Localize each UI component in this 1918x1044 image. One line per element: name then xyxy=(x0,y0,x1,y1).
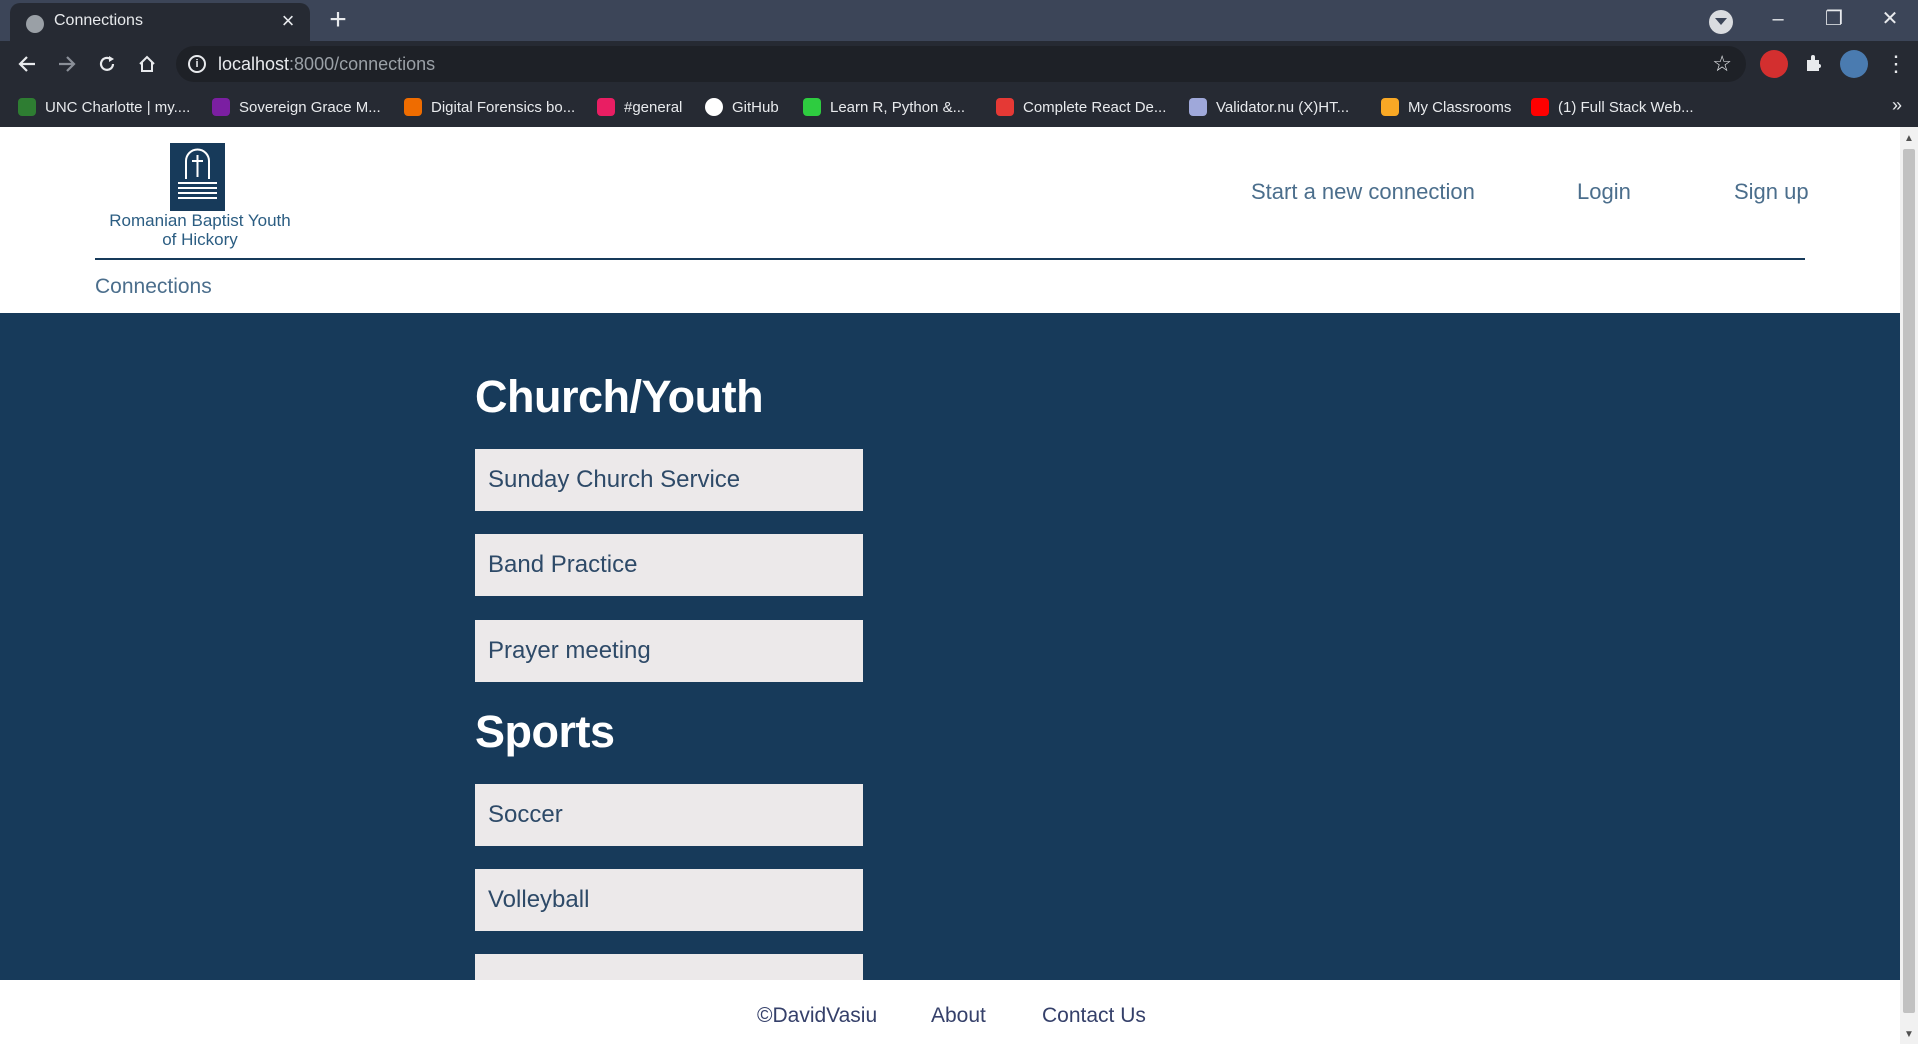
new-tab-button[interactable]: + xyxy=(324,5,352,35)
browser-toolbar: i localhost:8000/connections ☆ ⋮ xyxy=(0,41,1918,87)
home-icon[interactable] xyxy=(132,49,162,79)
bookmark-favicon xyxy=(212,98,230,116)
bookmark-favicon xyxy=(1189,98,1207,116)
minimize-icon[interactable]: – xyxy=(1758,4,1798,34)
connection-item-partial[interactable] xyxy=(475,954,863,980)
bookmark-item[interactable]: UNC Charlotte | my.... xyxy=(18,96,190,118)
bookmark-item[interactable]: Validator.nu (X)HT... xyxy=(1189,96,1349,118)
menu-kebab-icon[interactable]: ⋮ xyxy=(1882,50,1910,78)
restore-icon[interactable]: ❐ xyxy=(1814,4,1854,34)
page-scrollbar[interactable]: ▲ ▼ xyxy=(1900,127,1918,1044)
close-tab-icon[interactable]: × xyxy=(276,9,300,33)
header-divider xyxy=(95,258,1805,260)
breadcrumb[interactable]: Connections xyxy=(95,275,212,299)
bookmark-favicon xyxy=(1381,98,1399,116)
category-heading: Sports xyxy=(475,706,615,757)
tab-title: Connections xyxy=(54,12,143,29)
tab-search-icon[interactable] xyxy=(1709,10,1733,34)
browser-tab-strip: Connections × + – ❐ ✕ xyxy=(0,0,1918,41)
back-arrow-icon[interactable] xyxy=(12,49,42,79)
connection-item[interactable]: Prayer meeting xyxy=(475,620,863,682)
url-text[interactable]: localhost:8000/connections xyxy=(218,54,435,75)
footer-contact-link[interactable]: Contact Us xyxy=(1042,1004,1146,1028)
connections-list: Church/Youth Sunday Church Service Band … xyxy=(0,313,1900,980)
bookmark-item[interactable]: Digital Forensics bo... xyxy=(404,96,575,118)
category-heading: Church/Youth xyxy=(475,371,764,422)
bookmark-favicon xyxy=(996,98,1014,116)
nav-sign-up[interactable]: Sign up xyxy=(1734,179,1809,205)
adblock-icon[interactable] xyxy=(1760,50,1788,78)
bookmark-item[interactable]: Learn R, Python &... xyxy=(803,96,965,118)
bookmark-favicon xyxy=(18,98,36,116)
nav-start-new-connection[interactable]: Start a new connection xyxy=(1251,179,1475,205)
footer-about-link[interactable]: About xyxy=(931,1004,986,1028)
connection-item[interactable]: Sunday Church Service xyxy=(475,449,863,511)
scrollbar-thumb[interactable] xyxy=(1903,149,1915,1013)
youtube-icon xyxy=(1531,98,1549,116)
connection-item[interactable]: Band Practice xyxy=(475,534,863,596)
browser-tab[interactable]: Connections × xyxy=(10,3,310,41)
bookmark-item[interactable]: Sovereign Grace M... xyxy=(212,96,381,118)
logo-text: Romanian Baptist Youth of Hickory xyxy=(109,211,291,249)
connection-item[interactable]: Soccer xyxy=(475,784,863,846)
forward-arrow-icon[interactable] xyxy=(52,49,82,79)
reload-icon[interactable] xyxy=(92,49,122,79)
site-header: Romanian Baptist Youth of Hickory Start … xyxy=(0,127,1900,313)
close-window-icon[interactable]: ✕ xyxy=(1870,4,1910,34)
bookmark-favicon xyxy=(597,98,615,116)
bookmark-favicon xyxy=(803,98,821,116)
scroll-up-icon[interactable]: ▲ xyxy=(1904,133,1914,144)
site-logo[interactable]: Romanian Baptist Youth of Hickory xyxy=(95,143,305,253)
bookmark-item[interactable]: (1) Full Stack Web... xyxy=(1531,96,1694,118)
bookmarks-overflow-icon[interactable]: » xyxy=(1892,95,1902,116)
profile-avatar[interactable] xyxy=(1840,50,1868,78)
church-logo-icon xyxy=(170,143,225,211)
bookmark-star-icon[interactable]: ☆ xyxy=(1712,51,1732,77)
bookmark-item[interactable]: My Classrooms xyxy=(1381,96,1511,118)
bookmark-item[interactable]: Complete React De... xyxy=(996,96,1166,118)
scroll-down-icon[interactable]: ▼ xyxy=(1904,1029,1914,1040)
globe-icon xyxy=(26,15,44,33)
extensions-puzzle-icon[interactable] xyxy=(1800,50,1828,78)
bookmarks-bar: UNC Charlotte | my.... Sovereign Grace M… xyxy=(0,87,1918,127)
bookmark-item[interactable]: GitHub xyxy=(705,96,779,118)
connection-item[interactable]: Volleyball xyxy=(475,869,863,931)
github-icon xyxy=(705,98,723,116)
page-viewport: Romanian Baptist Youth of Hickory Start … xyxy=(0,127,1900,1044)
site-info-icon[interactable]: i xyxy=(188,55,206,73)
footer-copyright: ©DavidVasiu xyxy=(757,1004,878,1027)
site-footer: ©DavidVasiu About Contact Us xyxy=(0,980,1900,1044)
bookmark-favicon xyxy=(404,98,422,116)
address-bar[interactable]: i localhost:8000/connections ☆ xyxy=(176,46,1746,82)
nav-login[interactable]: Login xyxy=(1577,179,1631,205)
bookmark-item[interactable]: #general xyxy=(597,96,682,118)
